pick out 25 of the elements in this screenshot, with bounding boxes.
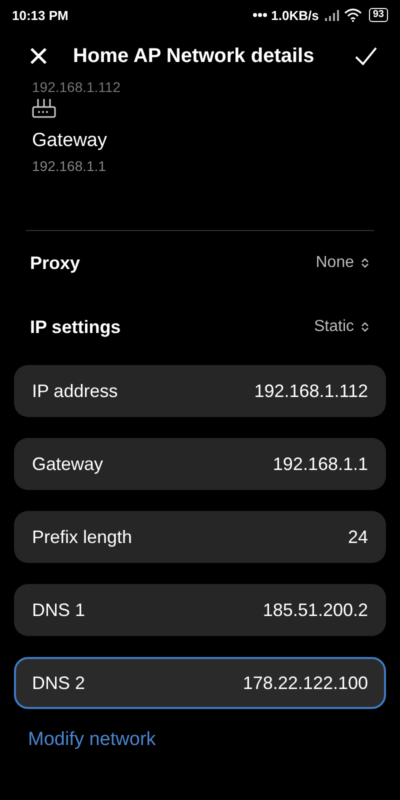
battery-level: 93	[368, 8, 388, 22]
confirm-button[interactable]	[354, 46, 378, 66]
gateway-label: Gateway	[32, 130, 108, 152]
up-down-chevron-icon	[360, 321, 370, 333]
gateway-value: 192.168.1.1	[32, 158, 107, 174]
screen-title: Home AP Network details	[73, 44, 316, 68]
up-down-chevron-icon	[360, 257, 370, 269]
input-field[interactable]: Prefix length 24	[14, 511, 386, 563]
input-field[interactable]: DNS 1 185.51.200.2	[14, 584, 386, 636]
setting-label: Proxy	[30, 252, 80, 274]
dropdown-button[interactable]: None	[316, 254, 370, 272]
router-icon	[32, 98, 56, 118]
status-time: 10:13 PM	[12, 8, 68, 22]
signal-icon	[324, 9, 340, 21]
input-field[interactable]: Gateway 192.168.1.1	[14, 438, 386, 490]
input-field[interactable]: DNS 2 178.22.122.100	[14, 657, 386, 709]
ip-address-value: 192.168.1.112	[32, 82, 122, 96]
dropdown-button[interactable]: Static	[314, 318, 370, 336]
notification-dots-icon	[252, 12, 268, 18]
wifi-icon	[344, 8, 362, 22]
close-button[interactable]: ×	[28, 41, 50, 71]
modify-network-link[interactable]: Modify network	[0, 709, 400, 751]
input-field[interactable]: IP address 192.168.1.112	[14, 365, 386, 417]
setting-label: IP settings	[30, 316, 121, 338]
network-speed: 1.0KB/s	[271, 8, 319, 22]
